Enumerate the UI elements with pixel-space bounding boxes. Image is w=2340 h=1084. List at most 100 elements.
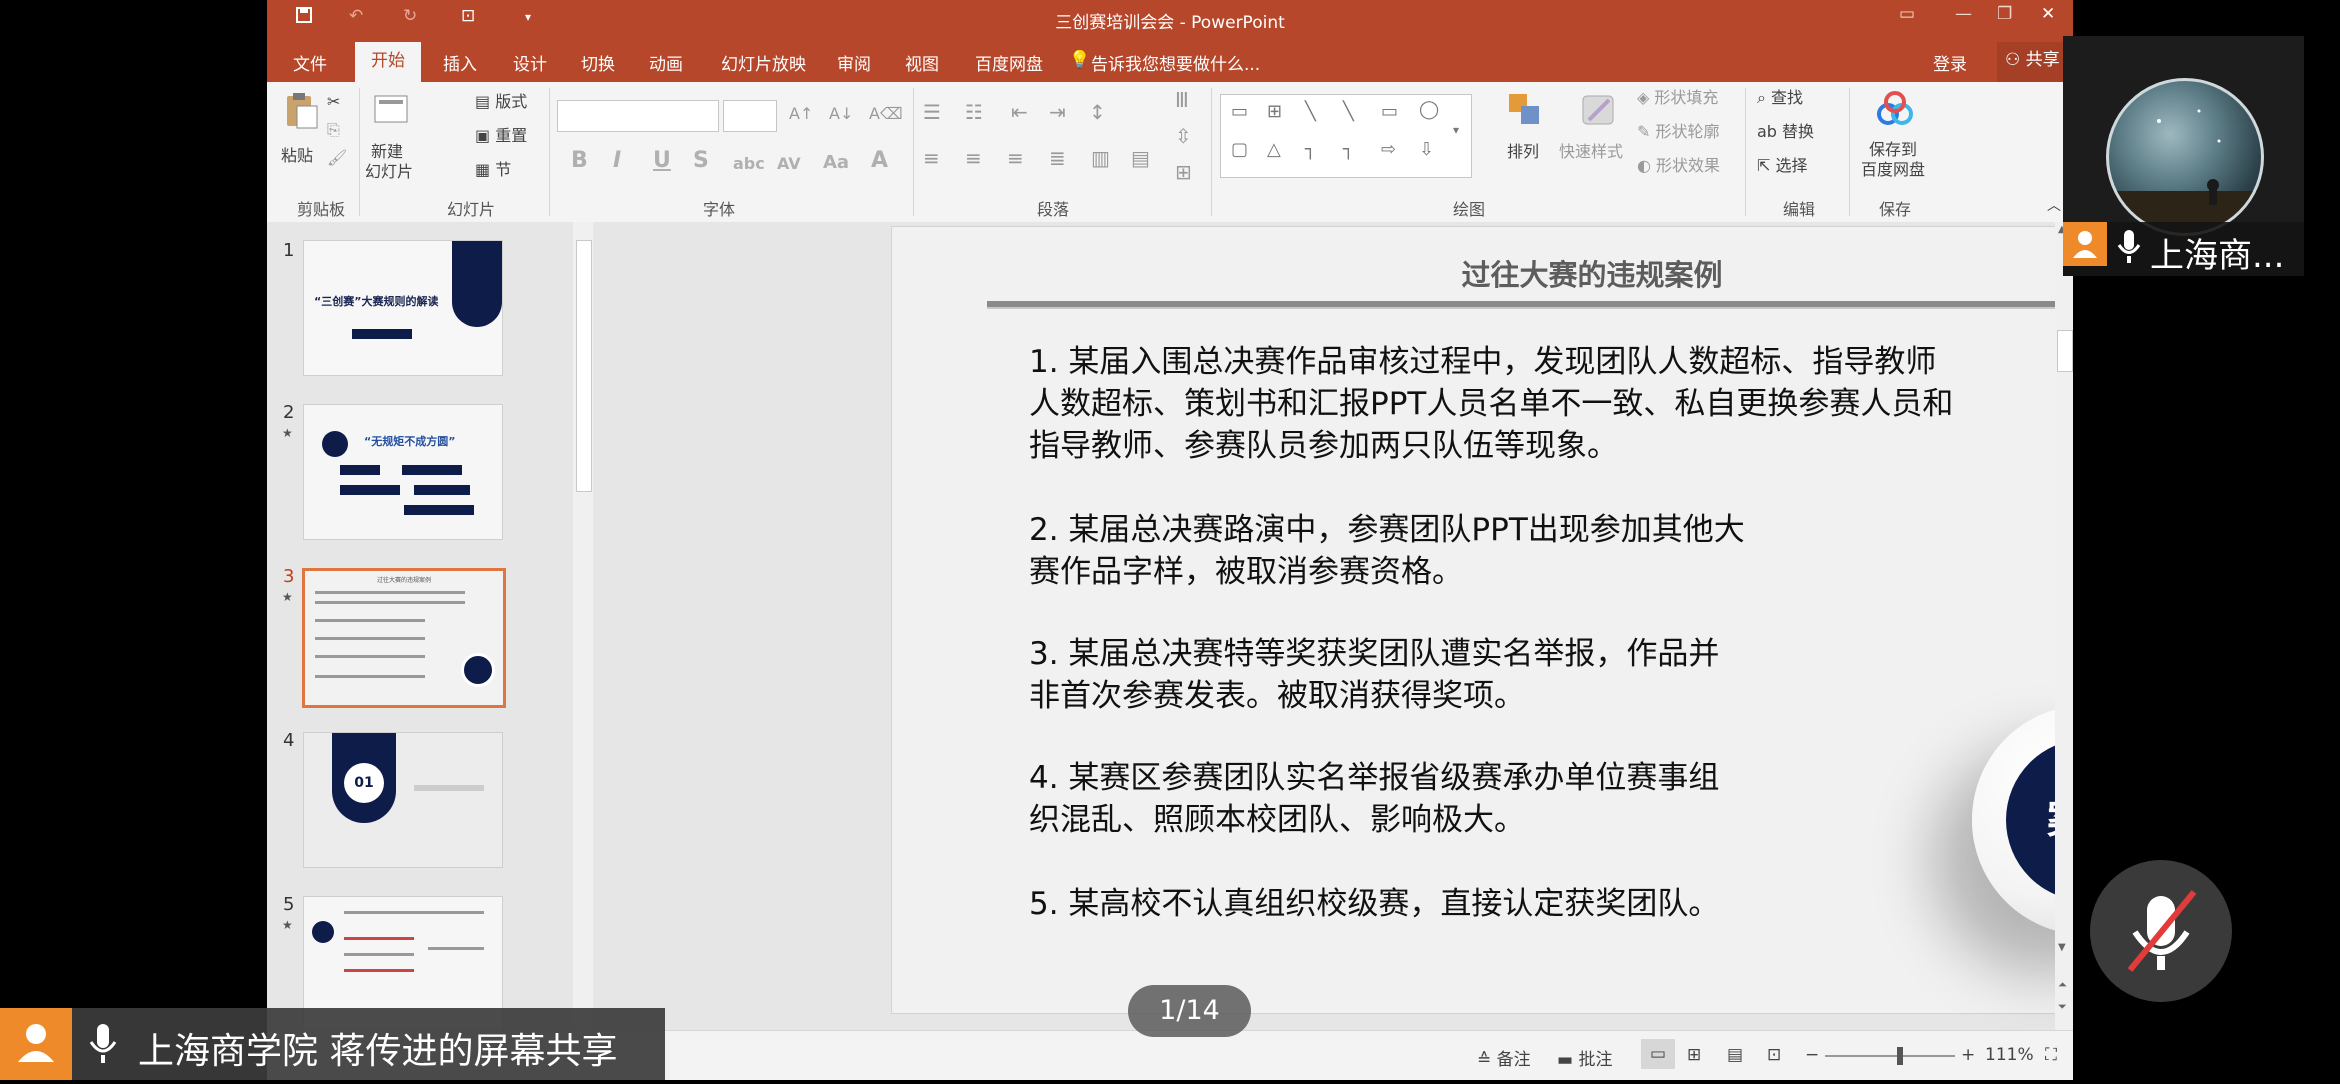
- columns-icon[interactable]: ▥: [1091, 148, 1110, 168]
- line-shape-icon[interactable]: ╲: [1305, 101, 1316, 122]
- distributed-icon[interactable]: ▤: [1131, 148, 1150, 168]
- font-name-box[interactable]: [557, 100, 719, 132]
- tab-design[interactable]: 设计: [513, 50, 547, 75]
- collapse-ribbon-icon[interactable]: ︿: [2047, 196, 2061, 216]
- zoom-in-icon[interactable]: +: [1961, 1045, 1975, 1065]
- find-button[interactable]: ⌕ 查找: [1757, 88, 1803, 108]
- arrange-button[interactable]: 排列: [1507, 142, 1539, 162]
- scrollbar-thumb[interactable]: [2057, 330, 2073, 372]
- quick-styles-icon[interactable]: [1579, 90, 1619, 130]
- increase-font-icon[interactable]: A↑: [789, 104, 813, 124]
- thumbnail-slide-3[interactable]: 过往大赛的违规案例: [302, 568, 506, 708]
- change-case-icon[interactable]: Aa: [823, 152, 849, 173]
- font-color-icon[interactable]: A: [871, 148, 888, 173]
- reset-button[interactable]: ▣ 重置: [475, 126, 527, 146]
- copy-icon[interactable]: ⎘: [327, 120, 340, 140]
- new-slide-button-2[interactable]: 幻灯片: [365, 162, 413, 182]
- save-baidu-button[interactable]: 保存到: [1869, 140, 1917, 160]
- tab-transitions[interactable]: 切换: [581, 50, 615, 75]
- cut-icon[interactable]: ✂: [327, 92, 340, 112]
- thumbnail-slide-1[interactable]: “三创赛”大赛规则的解读: [303, 240, 503, 376]
- new-slide-button[interactable]: 新建: [371, 142, 403, 162]
- tab-file[interactable]: 文件: [293, 50, 327, 75]
- scroll-down-icon[interactable]: ▼: [2058, 942, 2066, 953]
- clear-format-icon[interactable]: A⌫: [869, 104, 903, 124]
- participant-video-tile[interactable]: 上海商...: [2063, 36, 2304, 276]
- arrange-icon[interactable]: [1505, 90, 1545, 130]
- zoom-out-icon[interactable]: −: [1805, 1045, 1819, 1065]
- shadow-icon[interactable]: S: [693, 148, 709, 173]
- tab-animations[interactable]: 动画: [649, 50, 683, 75]
- bullets-icon[interactable]: ☰: [923, 102, 941, 122]
- shapes-gallery[interactable]: ▭ ⊞ ╲ ╲ ▭ ◯ ▢ △ ┐ ┐ ⇨ ⇩ ▾: [1220, 94, 1472, 178]
- decrease-indent-icon[interactable]: ⇤: [1011, 102, 1028, 122]
- rectangle-shape-icon[interactable]: ▭: [1381, 101, 1398, 122]
- normal-view-icon[interactable]: ▭: [1641, 1039, 1675, 1069]
- spacing-icon[interactable]: AV: [777, 154, 801, 173]
- next-slide-icon[interactable]: ⏷: [2058, 1000, 2067, 1014]
- zoom-slider[interactable]: [1825, 1047, 1955, 1065]
- reading-view-icon[interactable]: ▤: [1727, 1045, 1743, 1065]
- thumbnail-slide-4[interactable]: 01: [303, 732, 503, 868]
- maximize-icon[interactable]: ❐: [1997, 4, 2012, 24]
- current-slide[interactable]: 过往大赛的违规案例 1. 某届入围总决赛作品审核过程中，发现团队人数超标、指导教…: [891, 226, 2073, 1014]
- justify-icon[interactable]: ≣: [1049, 148, 1066, 168]
- fit-slide-icon[interactable]: ⛶: [2045, 1045, 2057, 1065]
- tab-baidu[interactable]: 百度网盘: [975, 50, 1043, 75]
- underline-icon[interactable]: U: [653, 148, 671, 173]
- bold-icon[interactable]: B: [571, 148, 588, 173]
- close-icon[interactable]: ✕: [2041, 4, 2055, 24]
- zoom-level[interactable]: 111%: [1985, 1045, 2034, 1065]
- numbering-icon[interactable]: ☷: [965, 102, 983, 122]
- section-button[interactable]: ▦ 节: [475, 160, 511, 180]
- triangle-shape-icon[interactable]: △: [1267, 139, 1281, 160]
- font-size-box[interactable]: [723, 100, 777, 132]
- right-arrow-shape-icon[interactable]: ⇨: [1381, 139, 1396, 160]
- shape-effects-button[interactable]: ◐ 形状效果: [1637, 156, 1720, 176]
- replace-button[interactable]: ab 替换: [1757, 122, 1814, 142]
- zoom-slider-knob[interactable]: [1897, 1047, 1903, 1065]
- share-button[interactable]: ⚇ 共享: [1997, 42, 2068, 82]
- arrow-line-shape-icon[interactable]: ╲: [1343, 101, 1354, 122]
- down-arrow-shape-icon[interactable]: ⇩: [1419, 139, 1434, 160]
- decrease-font-icon[interactable]: A↓: [829, 104, 853, 124]
- format-painter-icon[interactable]: 🖌: [327, 148, 347, 168]
- slide-sorter-icon[interactable]: ⊞: [1687, 1045, 1701, 1065]
- previous-slide-icon[interactable]: ⏶: [2058, 978, 2067, 992]
- textbox-shape-icon[interactable]: ▭: [1231, 101, 1248, 122]
- align-left-icon[interactable]: ≡: [923, 148, 940, 168]
- elbow-arrow-shape-icon[interactable]: ┐: [1343, 139, 1354, 160]
- notes-button[interactable]: ≙ 备注: [1477, 1045, 1531, 1070]
- slideshow-icon[interactable]: ⊡: [1767, 1045, 1781, 1065]
- thumbnail-slide-2[interactable]: “无规矩不成方圆”: [303, 404, 503, 540]
- align-center-icon[interactable]: ≡: [965, 148, 982, 168]
- tab-slideshow[interactable]: 幻灯片放映: [721, 50, 806, 75]
- increase-indent-icon[interactable]: ⇥: [1049, 102, 1066, 122]
- italic-icon[interactable]: I: [613, 148, 621, 173]
- new-slide-icon[interactable]: [371, 90, 411, 130]
- comments-button[interactable]: ▬ 批注: [1557, 1045, 1612, 1070]
- paste-button[interactable]: 粘贴: [281, 146, 313, 166]
- quick-styles-button[interactable]: 快速样式: [1559, 142, 1623, 162]
- ribbon-display-icon[interactable]: ▭: [1899, 4, 1915, 24]
- align-text-icon[interactable]: ⇳: [1175, 126, 1192, 146]
- gallery-more-icon[interactable]: ▾: [1453, 123, 1459, 137]
- thumbnail-scrollbar[interactable]: [573, 222, 593, 1030]
- minimize-icon[interactable]: —: [1955, 4, 1972, 24]
- baidu-cloud-icon[interactable]: [1875, 90, 1915, 130]
- shape-outline-button[interactable]: ✎ 形状轮廓: [1637, 122, 1720, 142]
- rounded-rect-shape-icon[interactable]: ▢: [1231, 139, 1248, 160]
- align-right-icon[interactable]: ≡: [1007, 148, 1024, 168]
- line-spacing-icon[interactable]: ↕: [1089, 102, 1106, 122]
- tab-review[interactable]: 审阅: [837, 50, 871, 75]
- select-button[interactable]: ⇱ 选择: [1757, 156, 1808, 176]
- login-link[interactable]: 登录: [1933, 50, 1967, 75]
- scrollbar-thumb[interactable]: [576, 240, 592, 492]
- mute-toggle-button[interactable]: [2090, 860, 2232, 1002]
- text-direction-icon[interactable]: Ⅲ: [1175, 90, 1189, 110]
- tell-me-box[interactable]: 告诉我您想要做什么...: [1091, 50, 1260, 75]
- tab-home[interactable]: 开始: [355, 42, 421, 82]
- shape-fill-button[interactable]: ◈ 形状填充: [1637, 88, 1718, 108]
- slide-scrollbar[interactable]: ▲ ▼ ⏶ ⏷: [2055, 222, 2073, 1030]
- save-baidu-button-2[interactable]: 百度网盘: [1861, 160, 1925, 180]
